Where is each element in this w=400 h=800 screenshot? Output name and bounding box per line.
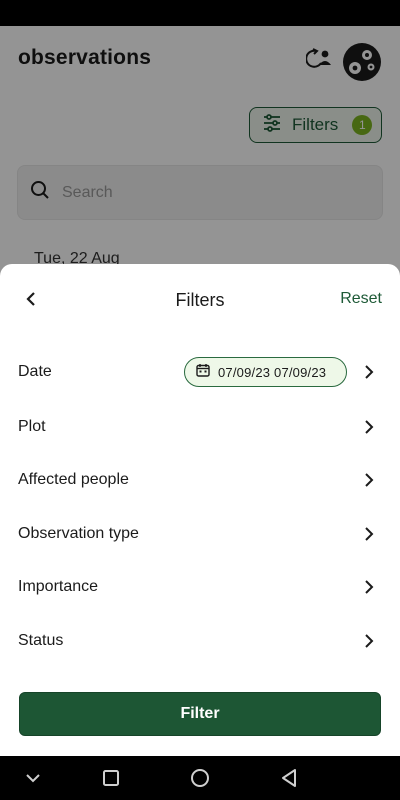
- chevron-right-icon: [360, 578, 378, 596]
- apply-filter-button[interactable]: Filter: [19, 692, 381, 736]
- filter-row-label: Importance: [18, 578, 99, 595]
- filter-row-plot[interactable]: Plot: [0, 405, 400, 449]
- chevron-down-icon[interactable]: [21, 766, 45, 790]
- system-navigation-bar: [0, 756, 400, 800]
- filter-row-label: Status: [18, 632, 64, 649]
- reset-button[interactable]: Reset: [340, 290, 382, 308]
- filter-row-status[interactable]: Status: [0, 619, 400, 663]
- chevron-right-icon: [360, 471, 378, 489]
- chevron-right-icon: [360, 632, 378, 650]
- filter-row-label: Plot: [18, 418, 46, 435]
- status-bar: [0, 0, 400, 26]
- filter-row-label: Date: [18, 363, 52, 380]
- filters-bottom-sheet: Filters Reset Date 07/09/23 07/09/23 Plo…: [0, 264, 400, 756]
- back-button[interactable]: [20, 290, 42, 312]
- calendar-icon: [196, 363, 210, 382]
- chevron-right-icon: [360, 418, 378, 436]
- date-range-value: 07/09/23 07/09/23: [218, 364, 327, 380]
- square-icon[interactable]: [99, 766, 123, 790]
- filter-row-observation-type[interactable]: Observation type: [0, 512, 400, 556]
- triangle-back-icon[interactable]: [277, 766, 301, 790]
- chevron-right-icon: [360, 525, 378, 543]
- circle-icon[interactable]: [188, 766, 212, 790]
- date-range-chip[interactable]: 07/09/23 07/09/23: [184, 357, 347, 387]
- filter-row-date[interactable]: Date 07/09/23 07/09/23: [0, 350, 400, 394]
- filter-row-label: Observation type: [18, 525, 139, 542]
- filter-row-importance[interactable]: Importance: [0, 565, 400, 609]
- filter-row-label: Affected people: [18, 471, 129, 488]
- filter-row-affected-people[interactable]: Affected people: [0, 458, 400, 502]
- chevron-left-icon: [25, 291, 37, 312]
- chevron-right-icon: [360, 363, 378, 381]
